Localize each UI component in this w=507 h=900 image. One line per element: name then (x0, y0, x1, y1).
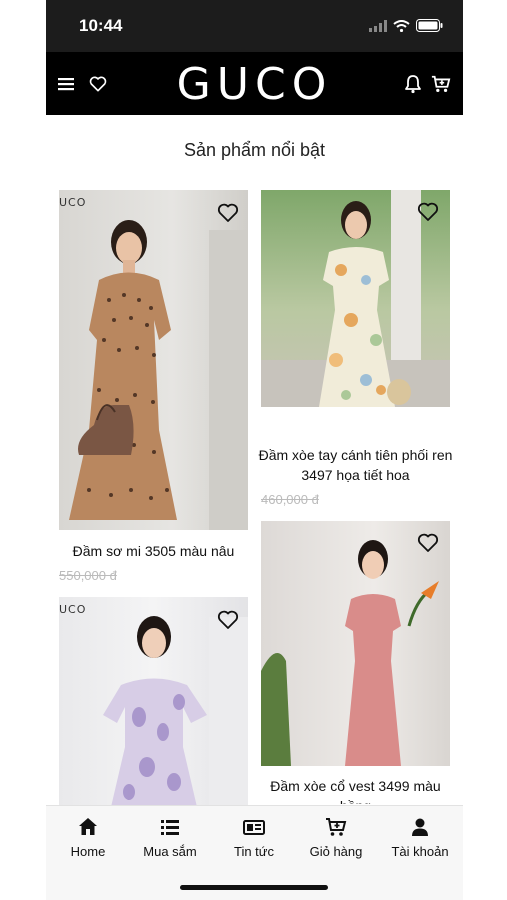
app-screen: 10:44 GUCO Sản phẩm nổi bật UCO Đầm sơ m… (46, 0, 463, 900)
tab-label: Home (70, 844, 106, 859)
list-icon (161, 820, 179, 835)
product-image[interactable]: UCO (59, 190, 248, 530)
favorite-heart-icon[interactable] (216, 200, 240, 224)
bell-icon[interactable] (403, 74, 423, 94)
tab-home[interactable]: Home (48, 816, 128, 859)
cart-icon (326, 818, 347, 836)
tab-label: Giỏ hàng (309, 844, 363, 859)
dress-illustration (69, 220, 248, 530)
status-bar: 10:44 (46, 0, 463, 52)
status-time: 10:44 (79, 16, 123, 35)
product-name[interactable]: Đầm xòe tay cánh tiên phối ren 3497 họa … (256, 445, 455, 485)
product-price: 460,000 đ (261, 492, 319, 507)
cart-icon[interactable] (431, 74, 451, 94)
favorite-heart-icon[interactable] (216, 607, 240, 631)
product-name[interactable]: Đầm xòe cổ vest 3499 màu hồng (256, 776, 455, 804)
battery-icon (416, 19, 443, 32)
product-image[interactable] (261, 190, 450, 407)
brand-logo[interactable]: GUCO (46, 59, 463, 110)
product-name[interactable]: Đầm sơ mi 3505 màu nâu (59, 541, 248, 561)
tab-label: Tài khoản (391, 844, 449, 859)
app-header: GUCO (46, 52, 463, 115)
favorite-heart-icon[interactable] (416, 530, 440, 554)
dress-illustration (261, 540, 439, 766)
brand-mark: UCO (59, 196, 87, 209)
home-icon (79, 818, 97, 835)
product-image[interactable]: UCO (59, 597, 248, 807)
tab-shopping[interactable]: Mua sắm (130, 816, 210, 859)
tab-account[interactable]: Tài khoản (380, 816, 460, 859)
user-icon (412, 818, 428, 836)
signal-icon (369, 19, 387, 32)
section-title: Sản phẩm nổi bật (183, 140, 326, 160)
favorite-heart-icon[interactable] (416, 199, 440, 223)
status-icons (369, 19, 443, 32)
brand-mark: UCO (59, 603, 87, 616)
tab-label: Mua sắm (143, 844, 197, 859)
tab-news[interactable]: Tin tức (214, 816, 294, 859)
product-image[interactable] (261, 521, 450, 766)
home-indicator[interactable] (180, 885, 328, 890)
news-icon (243, 820, 265, 835)
tab-label: Tin tức (233, 844, 274, 859)
tab-cart[interactable]: Giỏ hàng (296, 816, 376, 859)
wifi-icon (393, 19, 410, 32)
product-price: 550,000 đ (59, 568, 117, 583)
